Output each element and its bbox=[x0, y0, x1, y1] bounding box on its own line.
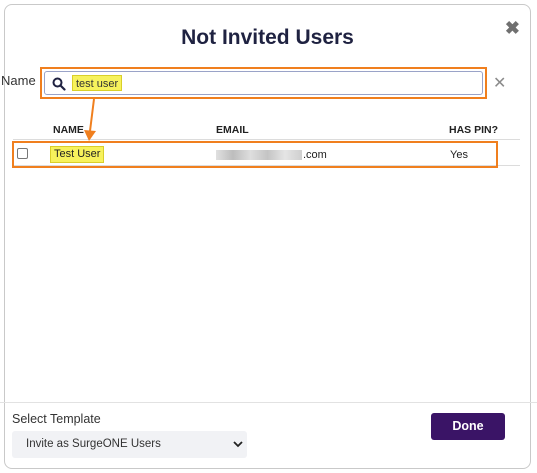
header-divider bbox=[13, 139, 520, 140]
name-search-input[interactable]: test user bbox=[44, 71, 483, 95]
email-suffix: .com bbox=[303, 149, 327, 161]
template-select[interactable]: Invite as SurgeONE Users bbox=[12, 431, 247, 458]
column-header-has-pin[interactable]: HAS PIN? bbox=[449, 124, 498, 136]
footer-divider bbox=[0, 402, 537, 403]
user-email-cell: .com bbox=[216, 149, 327, 161]
email-redacted bbox=[216, 150, 302, 161]
select-template-label: Select Template bbox=[12, 412, 101, 426]
search-icon bbox=[52, 77, 66, 91]
template-selected-value: Invite as SurgeONE Users bbox=[26, 438, 161, 450]
dialog-title: Not Invited Users bbox=[181, 26, 354, 49]
has-pin-cell: Yes bbox=[450, 149, 468, 161]
chevron-down-icon bbox=[233, 441, 243, 448]
column-header-name[interactable]: NAME bbox=[53, 124, 84, 136]
close-icon[interactable]: ✖ bbox=[505, 19, 520, 37]
row-checkbox[interactable] bbox=[17, 148, 28, 159]
name-filter-label: Name bbox=[1, 73, 36, 88]
column-header-email[interactable]: EMAIL bbox=[216, 124, 249, 136]
search-input-value: test user bbox=[72, 75, 123, 91]
done-button[interactable]: Done bbox=[431, 413, 505, 440]
user-name-cell: Test User bbox=[50, 146, 105, 163]
clear-icon[interactable]: ✕ bbox=[493, 73, 506, 93]
